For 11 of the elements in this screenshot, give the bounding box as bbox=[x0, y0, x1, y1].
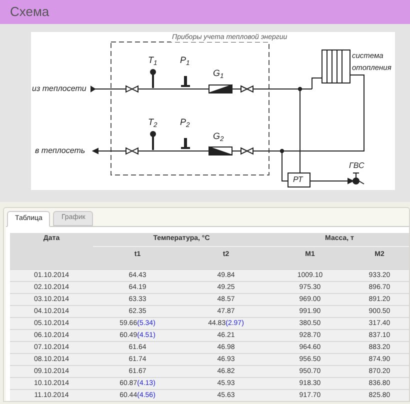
pipe-label: из теплосети bbox=[32, 84, 86, 94]
sensor-label: P$_{1}$ bbox=[180, 55, 190, 65]
sensor-label: G$_{1}$ bbox=[213, 68, 224, 78]
sensor-label: T$_{2}$ bbox=[148, 117, 158, 127]
regulator-label: РТ bbox=[293, 175, 303, 185]
sensor-label: G$_{2}$ bbox=[213, 131, 224, 141]
header-title: Схема bbox=[10, 3, 50, 22]
sensor-label: P$_{2}$ bbox=[180, 117, 190, 127]
hot-water-label: ГВС bbox=[349, 161, 364, 171]
pipe-label: в теплосеть bbox=[35, 146, 86, 156]
sensor-label: T$_{1}$ bbox=[148, 55, 158, 65]
